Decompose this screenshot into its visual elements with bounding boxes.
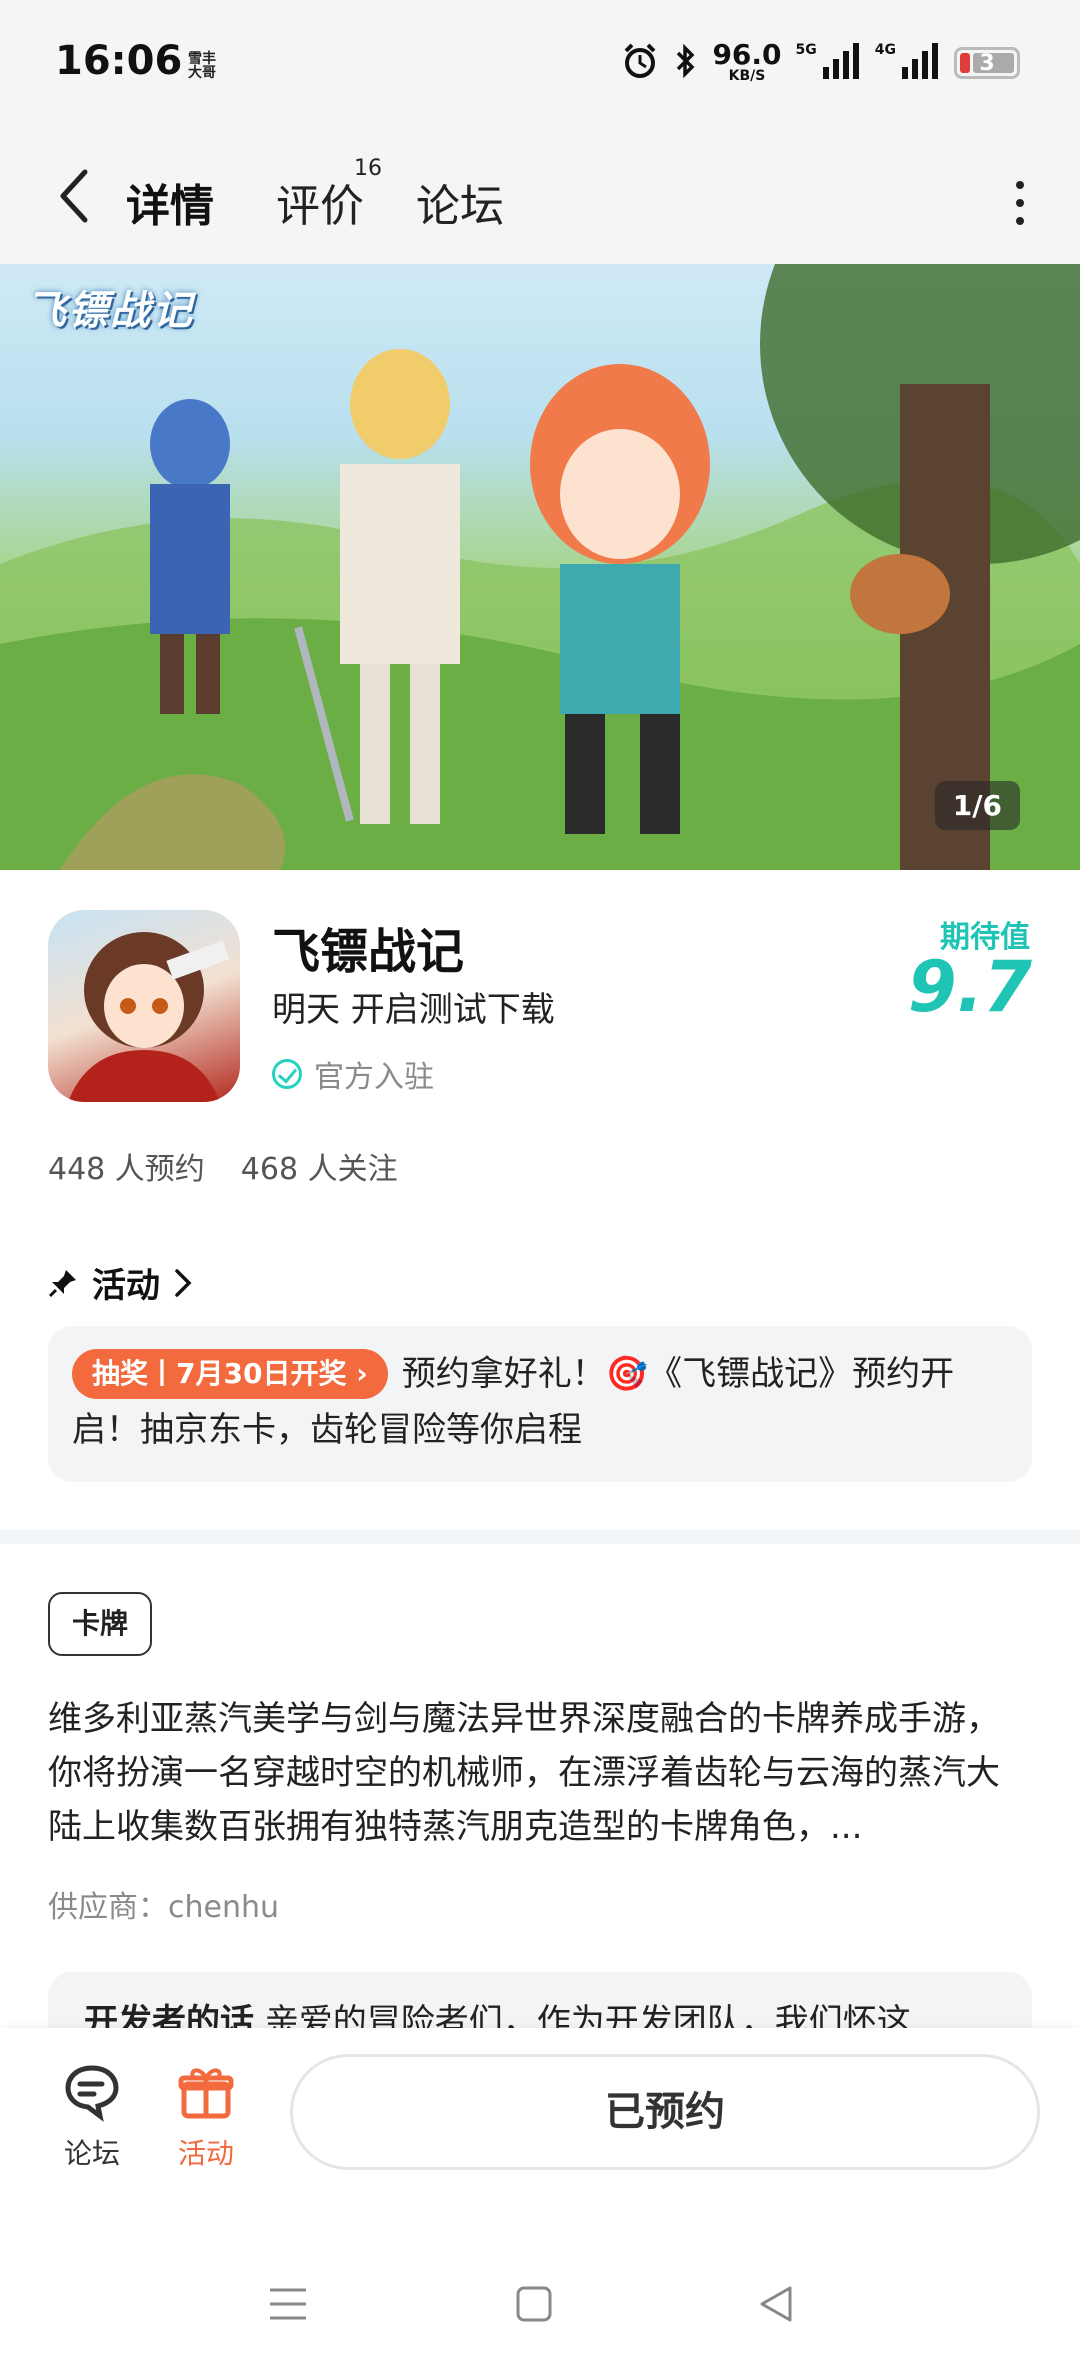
signal-icon bbox=[821, 41, 861, 85]
status-time: 16:06 bbox=[55, 38, 183, 84]
follower-count: 468 人关注 bbox=[240, 1152, 398, 1187]
app-stats: 448 人预约 468 人关注 bbox=[48, 1144, 398, 1188]
home-nav-button[interactable] bbox=[504, 2274, 564, 2334]
app-icon bbox=[48, 910, 240, 1102]
net-speed: 96.0 KB/S bbox=[712, 38, 782, 85]
menu-icon bbox=[270, 2288, 306, 2320]
app-subtitle: 明天 开启测试下载 bbox=[272, 990, 555, 1030]
expectation-score: 9.7 bbox=[907, 946, 1032, 1028]
more-options-button[interactable] bbox=[1000, 168, 1040, 238]
banner-pager: 1/6 bbox=[934, 781, 1020, 830]
pin-icon bbox=[48, 1269, 76, 1297]
lottery-tag: 抽奖丨7月30日开奖 › bbox=[72, 1349, 388, 1399]
reserved-button[interactable]: 已预约 bbox=[290, 2054, 1040, 2170]
carrier-mini-label: 雪丰 大哥 bbox=[188, 51, 216, 81]
official-badge: 官方入驻 bbox=[272, 1052, 434, 1096]
menu-nav-button[interactable] bbox=[258, 2274, 318, 2334]
review-count-badge: 16 bbox=[354, 156, 382, 181]
chevron-right-icon bbox=[175, 1268, 192, 1297]
banner-artwork bbox=[0, 264, 1080, 870]
status-icons: 96.0 KB/S 5G 4G 3 bbox=[620, 38, 1020, 88]
tab-detail[interactable]: 详情 bbox=[122, 170, 218, 234]
tab-forum[interactable]: 论坛 bbox=[416, 170, 504, 234]
activity-section-header[interactable]: 活动 bbox=[48, 1258, 192, 1307]
signal2-label: 4G bbox=[874, 42, 896, 58]
activity-button[interactable]: 活动 bbox=[156, 2062, 256, 2172]
status-bar: 16:06 雪丰 大哥 96.0 KB/S 5G 4G 3 bbox=[0, 0, 1080, 130]
banner-carousel[interactable]: 飞镖战记 1/6 bbox=[0, 264, 1080, 870]
bluetooth-icon bbox=[674, 41, 698, 85]
signal-icon bbox=[900, 41, 940, 85]
forum-button[interactable]: 论坛 bbox=[42, 2062, 142, 2172]
top-nav: 详情 评价 16 论坛 bbox=[0, 130, 1080, 264]
chat-bubble-icon bbox=[62, 2062, 122, 2122]
battery-icon: 3 bbox=[954, 47, 1020, 79]
system-nav-bar bbox=[0, 2218, 1080, 2376]
gift-icon bbox=[176, 2062, 236, 2122]
back-button[interactable] bbox=[48, 160, 98, 232]
section-divider bbox=[0, 1530, 1080, 1544]
signal1-label: 5G bbox=[795, 42, 817, 58]
back-nav-button[interactable] bbox=[746, 2274, 806, 2334]
supplier-label: 供应商：chenhu bbox=[48, 1890, 280, 1925]
activity-card[interactable]: 抽奖丨7月30日开奖 › 预约拿好礼！🎯《飞镖战记》预约开启！抽京东卡，齿轮冒险等… bbox=[48, 1326, 1032, 1482]
game-logo: 飞镖战记 bbox=[26, 288, 194, 334]
app-name: 飞镖战记 bbox=[272, 924, 465, 980]
bottom-action-bar: 论坛 活动 已预约 bbox=[0, 2028, 1080, 2218]
square-home-icon bbox=[516, 2286, 552, 2322]
chevron-left-icon bbox=[60, 169, 88, 223]
reservation-count: 448 人预约 bbox=[48, 1152, 205, 1187]
triangle-back-icon bbox=[760, 2286, 792, 2322]
game-description[interactable]: 维多利亚蒸汽美学与剑与魔法异世界深度融合的卡牌养成手游，你将扮演一名穿越时空的机… bbox=[48, 1692, 1032, 1854]
tab-review[interactable]: 评价 16 bbox=[276, 156, 382, 234]
genre-tag[interactable]: 卡牌 bbox=[48, 1592, 153, 1656]
verified-check-icon bbox=[272, 1059, 302, 1089]
alarm-icon bbox=[620, 41, 660, 85]
